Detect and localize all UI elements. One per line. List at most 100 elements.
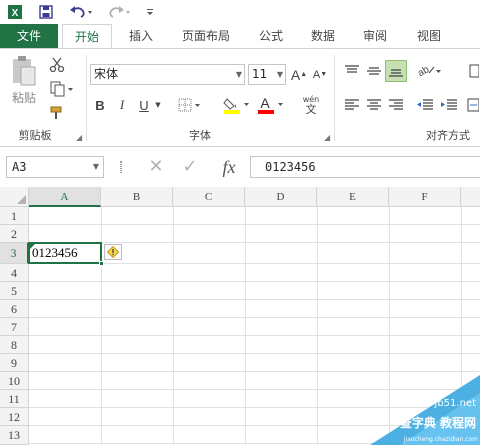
watermark: jb51.net 查字典 教程网 jiaocheng.chazidian.com: [370, 375, 480, 445]
underline-button[interactable]: U: [136, 95, 152, 115]
row-header-9[interactable]: 9: [0, 354, 29, 372]
paste-label: 粘贴: [11, 91, 36, 105]
wrap-text-icon[interactable]: [466, 61, 480, 81]
shrink-font-button[interactable]: A ▼: [311, 64, 329, 85]
paste-button[interactable]: 粘贴: [8, 55, 40, 113]
tab-data[interactable]: 数据: [300, 24, 346, 48]
font-launcher-icon[interactable]: ◢: [324, 133, 330, 142]
phonetic-guide-button[interactable]: wén 文: [296, 93, 326, 117]
orientation-icon[interactable]: ab: [414, 61, 444, 81]
chevron-down-icon: ▼: [276, 70, 283, 79]
align-left-icon[interactable]: [342, 95, 362, 115]
italic-button[interactable]: I: [114, 95, 130, 115]
undo-icon[interactable]: [66, 2, 96, 22]
ribbon-tabs: 文件 开始 插入 页面布局 公式 数据 审阅 视图: [0, 24, 480, 49]
top-align-icon[interactable]: [342, 61, 362, 81]
excel-window: X 文件 开始 插入 页面布局 公式 数据 审阅 视图 粘贴 剪贴板 ◢ 宋体 …: [0, 0, 480, 445]
tab-page-layout[interactable]: 页面布局: [172, 24, 240, 48]
chevron-down-icon[interactable]: ▼: [152, 95, 164, 115]
column-header-b[interactable]: B: [101, 187, 173, 207]
row-header-13[interactable]: 13: [0, 426, 29, 445]
tab-review[interactable]: 审阅: [352, 24, 398, 48]
fill-handle[interactable]: [99, 261, 104, 266]
font-group-label: 字体: [189, 129, 211, 142]
clipboard-group-label: 剪贴板: [18, 129, 52, 142]
row-header-12[interactable]: 12: [0, 408, 29, 426]
row-header-3[interactable]: 3: [0, 243, 29, 264]
row-header-10[interactable]: 10: [0, 372, 29, 390]
fill-color-icon[interactable]: [222, 93, 252, 117]
borders-icon[interactable]: [176, 95, 204, 115]
column-header-f[interactable]: F: [389, 187, 461, 207]
row-header-1[interactable]: 1: [0, 207, 29, 225]
column-header-c[interactable]: C: [173, 187, 245, 207]
save-icon[interactable]: [36, 2, 56, 22]
bottom-align-icon[interactable]: [385, 60, 407, 82]
font-size-select[interactable]: 11 ▼: [248, 64, 286, 85]
row-header-2[interactable]: 2: [0, 225, 29, 243]
gridline: [29, 299, 480, 300]
tab-formulas[interactable]: 公式: [248, 24, 294, 48]
watermark-domain: jb51.net: [434, 398, 476, 409]
paste-icon: [13, 56, 36, 86]
warning-diamond-icon[interactable]: [104, 244, 122, 260]
ribbon-home: 粘贴 剪贴板 ◢ 宋体 ▼ 11 ▼ A ▲ A ▼ B I U ▼ A wén…: [0, 48, 480, 147]
gridline: [29, 335, 480, 336]
copy-icon[interactable]: [46, 79, 78, 99]
merge-center-icon[interactable]: [464, 95, 480, 115]
font-size-value: 11: [252, 67, 268, 81]
gridline: [29, 371, 480, 372]
select-all-corner[interactable]: [0, 187, 29, 207]
phonetic-char-label: 文: [305, 103, 317, 116]
align-center-icon[interactable]: [364, 95, 384, 115]
row-header-7[interactable]: 7: [0, 318, 29, 336]
svg-text:ab: ab: [416, 64, 432, 78]
increase-indent-icon[interactable]: [438, 95, 460, 115]
grow-font-button[interactable]: A ▲: [290, 64, 308, 85]
decrease-indent-icon[interactable]: [414, 95, 436, 115]
svg-text:X: X: [12, 8, 19, 19]
name-box-value: A3: [12, 160, 27, 174]
chevron-down-icon: ▼: [235, 70, 242, 79]
column-header-a[interactable]: A: [29, 187, 101, 207]
column-header-e[interactable]: E: [317, 187, 389, 207]
gridline: [29, 224, 480, 225]
tab-view[interactable]: 视图: [406, 24, 452, 48]
excel-logo-icon: X: [6, 2, 24, 22]
font-color-letter: A: [260, 95, 270, 111]
watermark-title: 查字典 教程网: [399, 416, 476, 430]
shrink-font-label: A: [312, 68, 321, 81]
row-header-8[interactable]: 8: [0, 336, 29, 354]
cancel-icon[interactable]: ✕: [146, 155, 166, 179]
row-header-4[interactable]: 4: [0, 264, 29, 282]
row-header-5[interactable]: 5: [0, 282, 29, 300]
name-box[interactable]: A3 ▼: [6, 156, 104, 178]
clipboard-launcher-icon[interactable]: ◢: [76, 133, 82, 142]
gridline: [29, 317, 480, 318]
enter-icon[interactable]: ✓: [180, 155, 200, 179]
watermark-url: jiaocheng.chazidian.com: [403, 436, 478, 443]
column-header-g[interactable]: [461, 187, 480, 207]
middle-align-icon[interactable]: [364, 61, 384, 81]
format-painter-icon[interactable]: [46, 103, 68, 123]
tab-file[interactable]: 文件: [0, 24, 58, 48]
column-header-d[interactable]: D: [245, 187, 317, 207]
insert-function-icon[interactable]: fx: [216, 155, 242, 179]
tab-insert[interactable]: 插入: [118, 24, 164, 48]
row-header-11[interactable]: 11: [0, 390, 29, 408]
row-header-6[interactable]: 6: [0, 300, 29, 318]
tab-home[interactable]: 开始: [62, 24, 112, 49]
chevron-down-icon: ▼: [92, 162, 99, 171]
formula-input[interactable]: 0123456: [250, 156, 480, 178]
font-color-button[interactable]: A: [256, 93, 286, 117]
grow-font-label: A: [290, 66, 301, 83]
bold-button[interactable]: B: [92, 95, 108, 115]
redo-icon[interactable]: [104, 2, 134, 22]
cut-icon[interactable]: [46, 55, 68, 75]
active-cell-a3[interactable]: 0123456: [28, 242, 104, 266]
align-right-icon[interactable]: [386, 95, 406, 115]
gridline: [29, 353, 480, 354]
customize-qat-icon[interactable]: [142, 2, 158, 22]
formula-bar-grip[interactable]: [120, 161, 122, 173]
font-name-select[interactable]: 宋体 ▼: [90, 64, 245, 85]
